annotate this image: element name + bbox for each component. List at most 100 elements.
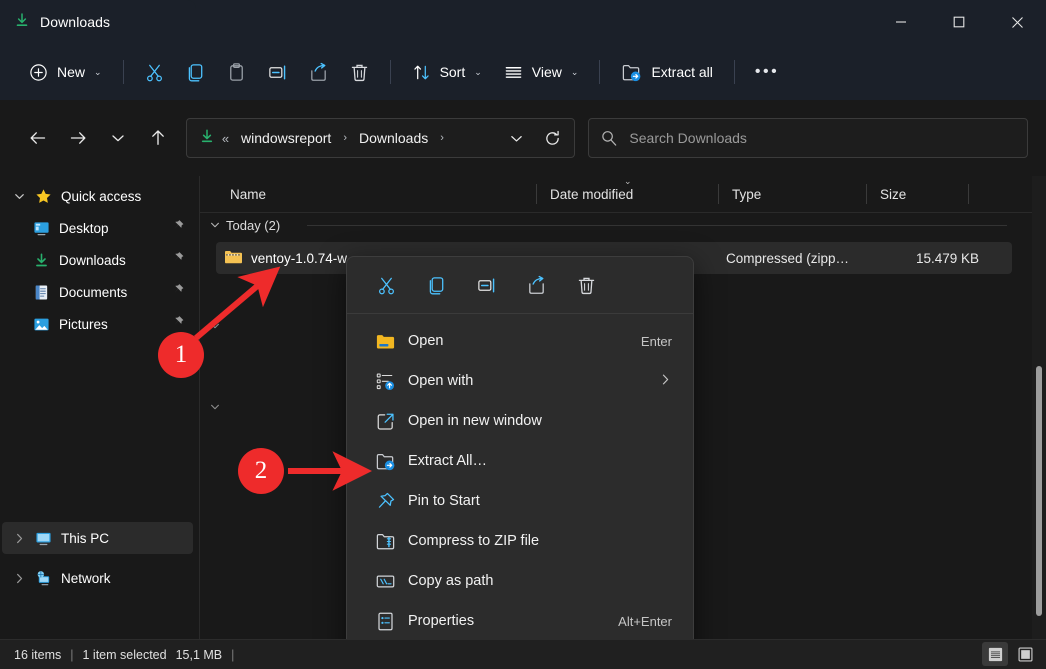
column-header-type[interactable]: Type (720, 176, 761, 212)
minimize-button[interactable] (872, 0, 930, 44)
pin-icon[interactable] (171, 315, 185, 334)
column-header-date-modified[interactable]: ⌄ Date modified (538, 176, 633, 212)
forward-arrow-icon (68, 128, 88, 148)
menu-item-properties[interactable]: Properties Alt+Enter (352, 601, 688, 641)
group-header-collapsed-2[interactable] (204, 396, 226, 418)
copy-button[interactable] (411, 266, 461, 304)
menu-item-compress-to-zip[interactable]: Compress to ZIP file (352, 521, 688, 561)
details-view-button[interactable] (982, 642, 1008, 666)
column-header-name[interactable]: Name (218, 176, 266, 212)
close-button[interactable] (988, 0, 1046, 44)
refresh-button[interactable] (536, 130, 568, 147)
up-button[interactable] (138, 119, 178, 157)
tab-downloads[interactable]: Downloads (0, 0, 196, 44)
sort-label: Sort (440, 64, 466, 80)
pin-icon[interactable] (171, 251, 185, 270)
menu-item-open-in-new-window[interactable]: Open in new window (352, 401, 688, 441)
rename-button[interactable] (461, 266, 511, 304)
large-icons-view-button[interactable] (1012, 642, 1038, 666)
chevron-right-icon: › (440, 132, 444, 144)
status-bar: 16 items | 1 item selected 15,1 MB | (0, 639, 1046, 669)
group-label: Today (2) (226, 218, 280, 233)
cut-button[interactable] (134, 54, 175, 90)
up-arrow-icon (148, 128, 168, 148)
sidebar-item-label: Pictures (59, 317, 108, 332)
back-button[interactable] (18, 119, 58, 157)
navigation-pane: Quick access Desktop (0, 176, 199, 639)
menu-item-label: Pin to Start (408, 493, 480, 509)
sidebar-item-documents[interactable]: Documents (22, 276, 193, 308)
copy-button[interactable] (175, 54, 216, 90)
sidebar-item-quick-access[interactable]: Quick access (2, 180, 193, 212)
menu-item-open-with[interactable]: Open with (352, 361, 688, 401)
share-button[interactable] (511, 266, 561, 304)
downloads-arrow-icon (28, 252, 54, 269)
sidebar-item-desktop[interactable]: Desktop (22, 212, 193, 244)
scrollbar-thumb[interactable] (1036, 366, 1042, 616)
delete-button[interactable] (339, 54, 380, 90)
forward-button[interactable] (58, 119, 98, 157)
divider (390, 60, 391, 84)
breadcrumb-overflow[interactable]: « (222, 131, 229, 146)
menu-item-extract-all[interactable]: Extract All… (352, 441, 688, 481)
chevron-down-icon[interactable] (204, 219, 226, 231)
file-name-cell: ventoy-1.0.74-w (216, 248, 347, 269)
menu-item-label: Extract All… (408, 453, 487, 469)
share-icon (308, 62, 329, 83)
divider (734, 60, 735, 84)
chevron-right-icon[interactable] (8, 532, 30, 545)
column-separator[interactable] (866, 184, 867, 204)
column-headers: Name ⌄ Date modified Type Size (200, 176, 1046, 212)
menu-item-pin-to-start[interactable]: Pin to Start (352, 481, 688, 521)
extract-all-icon (621, 62, 642, 83)
sidebar-item-label: Downloads (59, 253, 126, 268)
file-list-scrollbar[interactable] (1032, 176, 1046, 639)
column-separator[interactable] (536, 184, 537, 204)
maximize-button[interactable] (930, 0, 988, 44)
extract-all-button[interactable]: Extract all (610, 54, 723, 90)
new-button[interactable]: New ⌄ (18, 54, 113, 90)
cut-button[interactable] (361, 266, 411, 304)
pin-icon[interactable] (171, 219, 185, 238)
share-button[interactable] (298, 54, 339, 90)
delete-button[interactable] (561, 266, 611, 304)
see-more-button[interactable]: ••• (745, 54, 789, 90)
chevron-right-icon[interactable] (8, 572, 30, 585)
column-separator[interactable] (718, 184, 719, 204)
sort-button[interactable]: Sort ⌄ (401, 54, 493, 90)
search-box[interactable]: Search Downloads (588, 118, 1028, 158)
rename-icon (476, 275, 497, 296)
column-separator[interactable] (968, 184, 969, 204)
sidebar-item-network[interactable]: Network (2, 562, 193, 594)
selection-size-label: 15,1 MB (176, 648, 223, 662)
column-header-size[interactable]: Size (868, 176, 906, 212)
context-menu-toolbar (347, 257, 693, 313)
extract-all-icon (370, 451, 400, 472)
window-controls (872, 0, 1046, 44)
group-header-collapsed-1[interactable] (204, 315, 226, 337)
address-bar[interactable]: « windowsreport › Downloads › (186, 118, 576, 158)
pictures-icon (28, 316, 54, 333)
properties-icon (370, 611, 400, 632)
search-input[interactable]: Search Downloads (629, 130, 747, 146)
paste-icon (226, 62, 247, 83)
address-dropdown-button[interactable] (503, 131, 529, 146)
sidebar-item-label: Quick access (61, 189, 141, 204)
copy-path-icon (370, 571, 400, 592)
breadcrumb-windowsreport[interactable]: windowsreport (236, 127, 336, 149)
column-label: Type (732, 187, 761, 202)
breadcrumb-downloads[interactable]: Downloads (354, 127, 433, 149)
chevron-down-icon[interactable] (8, 190, 30, 203)
group-header-today[interactable]: Today (2) (204, 214, 280, 236)
pin-icon[interactable] (171, 283, 185, 302)
sidebar-item-this-pc[interactable]: This PC (2, 522, 193, 554)
menu-item-copy-as-path[interactable]: Copy as path (352, 561, 688, 601)
sidebar-item-downloads[interactable]: Downloads (22, 244, 193, 276)
menu-item-open[interactable]: Open Enter (352, 321, 688, 361)
paste-button[interactable] (216, 54, 257, 90)
view-button[interactable]: View ⌄ (493, 54, 590, 90)
rename-button[interactable] (257, 54, 298, 90)
menu-item-accelerator: Alt+Enter (618, 614, 672, 629)
cut-icon (144, 62, 165, 83)
recent-locations-button[interactable] (98, 119, 138, 157)
